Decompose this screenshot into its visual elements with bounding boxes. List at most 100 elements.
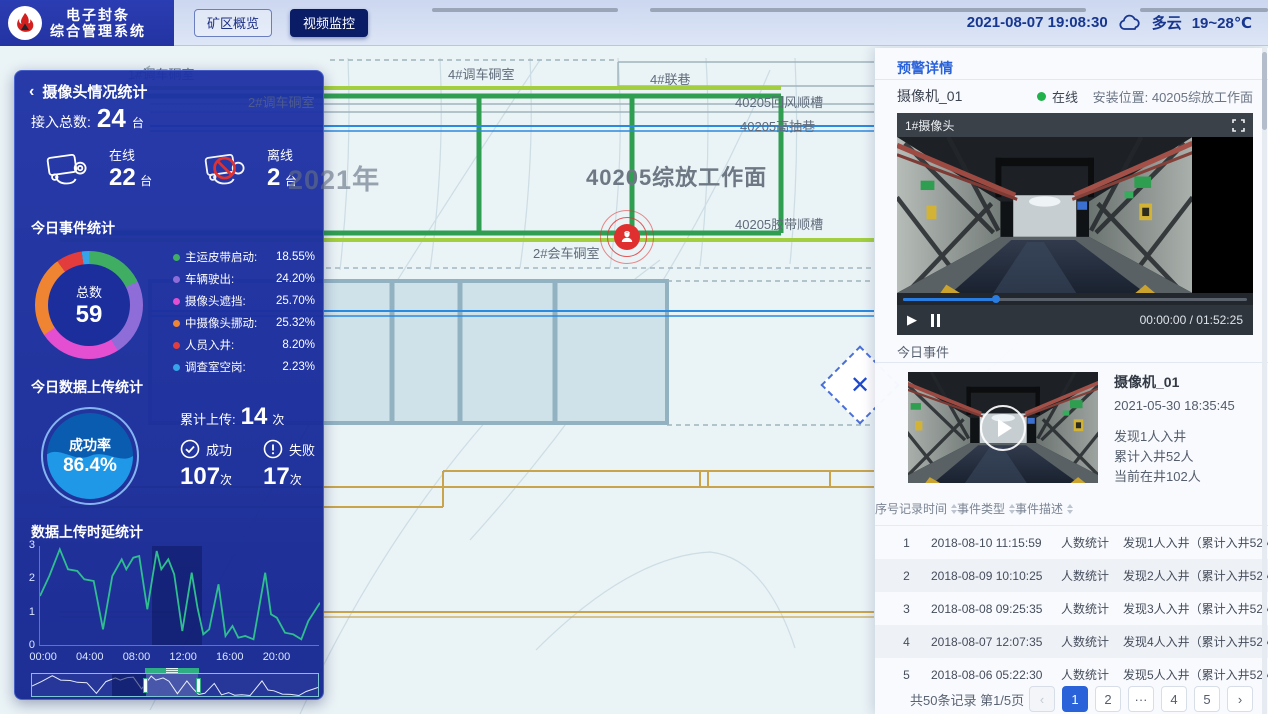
play-overlay-icon[interactable] — [980, 405, 1026, 451]
success-block: 成功 107次 — [180, 439, 232, 491]
total-unit: 台 — [132, 114, 144, 131]
legend-value: 24.20% — [276, 273, 315, 285]
cell-time: 2018-08-08 09:25:35 — [931, 602, 1057, 616]
legend-label: 调查室空岗: — [185, 359, 282, 375]
cell-id: 4 — [890, 635, 923, 649]
brush-shadow — [112, 674, 146, 696]
scrollbar-thumb[interactable] — [1262, 52, 1267, 130]
prev-page-button[interactable]: ‹ — [1029, 686, 1055, 712]
page-button[interactable]: 1 — [1062, 686, 1088, 712]
map-label: 40205综放工作面 — [586, 160, 767, 192]
event-line: 发现1人入井 — [1114, 427, 1235, 447]
legend-label: 摄像头遮挡: — [185, 293, 276, 309]
cumulative-upload: 累计上传: 14 次 — [180, 403, 284, 431]
event-line: 累计入井52人 — [1114, 447, 1235, 467]
alarm-marker[interactable] — [600, 210, 654, 264]
table-row[interactable]: 3 2018-08-08 09:25:35 人数统计 发现3人入井（累计入井52… — [875, 592, 1268, 625]
table-header-cell[interactable]: 事件描述 — [1015, 500, 1073, 517]
legend-dot — [173, 342, 180, 349]
alert-detail-panel: 预警详情 摄像机_01 在线 安装位置: 40205综放工作面 1#摄像头 — [875, 48, 1268, 714]
cell-desc: 发现1人入井（累计入井52人... — [1123, 534, 1268, 551]
legend-item[interactable]: 中摄像头挪动: 25.32% — [173, 315, 315, 331]
record-summary: 共50条记录 第1/5页 — [910, 690, 1024, 709]
app-root: 1#调车硐室2#调车硐室4#调车硐室4#联巷40205回风顺槽40205高抽巷2… — [0, 0, 1268, 714]
progress-thumb[interactable] — [992, 295, 1000, 303]
cumulative-unit: 次 — [272, 411, 284, 428]
pagination: 共50条记录 第1/5页 ‹ 12 ··· 45 › — [875, 686, 1268, 712]
legend-item[interactable]: 主运皮带启动: 18.55% — [173, 249, 315, 265]
legend-item[interactable]: 车辆驶出: 24.20% — [173, 271, 315, 287]
cell-type: 人数统计 — [1061, 600, 1119, 617]
chevron-left-icon[interactable]: ‹ — [29, 83, 34, 101]
legend-value: 2.23% — [282, 361, 315, 373]
cell-desc: 发现2人入井（累计入井52人... — [1123, 567, 1268, 584]
cell-desc: 发现3人入井（累计入井52人... — [1123, 600, 1268, 617]
divider — [875, 362, 1268, 363]
table-row[interactable]: 4 2018-08-07 12:07:35 人数统计 发现4人入井（累计入井52… — [875, 625, 1268, 658]
map-label: 2#会车硐室 — [533, 243, 599, 262]
success-rate-gauge: 成功率 86.4% — [41, 407, 139, 505]
donut-legend: 主运皮带启动: 18.55% 车辆驶出: 24.20% 摄像头遮挡: 25.70… — [173, 249, 315, 375]
event-camera-name: 摄像机_01 — [1114, 372, 1235, 392]
topbar-right: 2021-08-07 19:08:30 多云 19~28℃ — [967, 12, 1268, 33]
camera-offline-icon — [201, 146, 259, 192]
page-button[interactable]: 4 — [1161, 686, 1187, 712]
cell-desc: 发现5人入井（累计入井52人... — [1123, 666, 1268, 683]
pause-icon[interactable] — [931, 314, 940, 327]
map-label: 40205回风顺槽 — [735, 92, 823, 111]
brush-handle-left[interactable] — [143, 678, 148, 693]
next-page-button[interactable]: › — [1227, 686, 1253, 712]
video-player: 1#摄像头 ▶ 00: — [897, 113, 1253, 335]
event-video-thumbnail[interactable] — [908, 372, 1098, 483]
table-row[interactable]: 2 2018-08-09 10:10:25 人数统计 发现2人入井（累计入井52… — [875, 559, 1268, 592]
sort-icon[interactable] — [1067, 504, 1073, 514]
latency-x-axis: 00:0004:0008:0012:0016:0020:00 — [39, 651, 319, 665]
x-tick: 16:00 — [216, 651, 244, 663]
fullscreen-icon[interactable] — [1232, 119, 1245, 132]
legend-item[interactable]: 调查室空岗: 2.23% — [173, 359, 315, 375]
donut-center-value: 59 — [76, 301, 103, 329]
brush-handle-right[interactable] — [196, 678, 201, 693]
table-header-cell[interactable]: 序号 — [875, 500, 899, 517]
page-button[interactable]: 5 — [1194, 686, 1220, 712]
camera-status: 在线 — [1052, 87, 1078, 106]
nav-button[interactable]: 矿区概览 — [194, 9, 272, 37]
brush-selection[interactable] — [146, 674, 197, 696]
cell-id: 5 — [890, 668, 923, 682]
success-check-icon — [180, 439, 200, 459]
page-button[interactable]: 2 — [1095, 686, 1121, 712]
today-events-title: 今日事件 — [897, 342, 949, 361]
time-range-brush[interactable] — [31, 673, 319, 697]
video-frame[interactable] — [897, 137, 1253, 293]
total-cameras: 接入总数: 24 台 — [31, 103, 144, 134]
legend-item[interactable]: 人员入井: 8.20% — [173, 337, 315, 353]
play-icon[interactable]: ▶ — [907, 312, 917, 328]
table-row[interactable]: 1 2018-08-10 11:15:59 人数统计 发现1人入井（累计入井52… — [875, 526, 1268, 559]
video-progress-bar[interactable] — [897, 293, 1253, 305]
map-label: 2021年 — [288, 158, 380, 197]
brush-grip[interactable] — [145, 668, 198, 673]
page-button[interactable]: ··· — [1128, 686, 1154, 712]
online-label: 在线 — [109, 145, 152, 164]
video-controls: ▶ 00:00:00 / 01:52:25 — [897, 305, 1253, 335]
cell-type: 人数统计 — [1061, 567, 1119, 584]
event-card: 摄像机_01 2021-05-30 18:35:45 发现1人入井累计入井52人… — [908, 372, 1253, 487]
event-time: 2021-05-30 18:35:45 — [1114, 398, 1235, 413]
app-title: 电子封条 综合管理系统 — [50, 7, 146, 39]
alert-panel-title: 预警详情 — [897, 58, 953, 78]
legend-item[interactable]: 摄像头遮挡: 25.70% — [173, 293, 315, 309]
video-title: 1#摄像头 — [905, 117, 954, 134]
nav-button[interactable]: 视频监控 — [290, 9, 368, 37]
legend-label: 车辆驶出: — [185, 271, 276, 287]
cloud-icon — [1118, 14, 1142, 32]
panel-scrollbar[interactable] — [1262, 48, 1267, 714]
cell-type: 人数统计 — [1061, 534, 1119, 551]
map-label: 40205胶带顺槽 — [735, 214, 823, 233]
cell-id: 2 — [890, 569, 923, 583]
table-header-cell[interactable]: 记录时间 — [899, 500, 957, 517]
table-header-cell[interactable]: 事件类型 — [957, 500, 1015, 517]
offline-value: 2 — [267, 164, 280, 191]
legend-label: 主运皮带启动: — [185, 249, 276, 265]
divider — [875, 79, 1268, 80]
total-label: 接入总数: — [31, 112, 91, 132]
